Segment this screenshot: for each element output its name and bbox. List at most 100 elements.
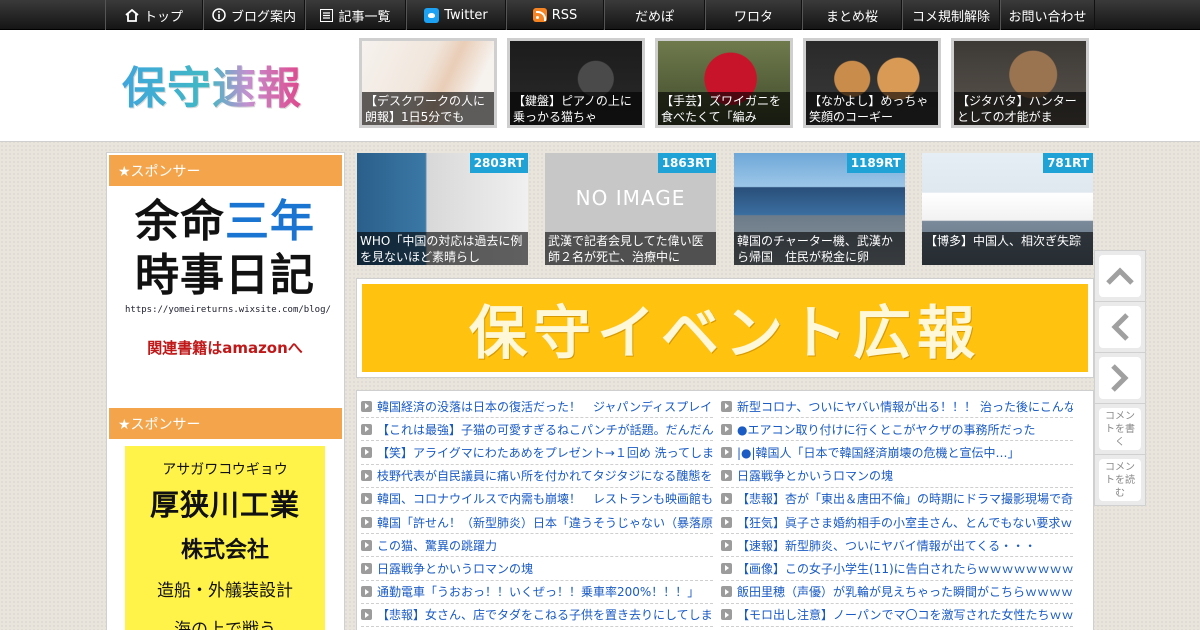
ranking-caption: WHO「中国の対応は過去に例を見ないほど素晴らし	[357, 232, 528, 265]
logo-graphic	[122, 53, 322, 115]
article-link[interactable]: 【笑】アライグマにわたあめをプレゼント→１回め 洗ってしま	[361, 441, 713, 465]
article-link[interactable]: 【悲報】杏が「東出＆唐田不倫」の時期にドラマ撮影現場で奇	[721, 488, 1073, 511]
nav-item-guide[interactable]: ブログ案内	[203, 0, 305, 30]
header-thumb[interactable]: 【なかよし】めっちゃ笑顔のコーギー	[803, 38, 941, 128]
sponsor-ad-yomei[interactable]: 余命三年 時事日記 https://yomeireturns.wixsite.c…	[125, 195, 331, 385]
arrow-right-icon	[721, 470, 732, 482]
scroll-top-button[interactable]	[1094, 250, 1146, 302]
article-link[interactable]: 枝野代表が自民議員に痛い所を付かれてタジタジになる醜態を	[361, 465, 713, 488]
top-nav: トップ ブログ案内 記事一覧 Twitter RSS だめぽ ワロタ まとめ桜 …	[0, 0, 1200, 30]
list-icon	[320, 8, 334, 22]
article-link[interactable]: 飯田里穂（声優）が乳輪が見えちゃった瞬間がこちらｗｗｗｗ	[721, 581, 1073, 604]
arrow-right-icon	[361, 446, 372, 458]
ad-title-line1: 余命三年	[135, 196, 315, 247]
arrow-right-icon	[361, 400, 372, 412]
twitter-icon	[424, 7, 440, 23]
ad-company-type: 株式会社	[180, 538, 269, 563]
ad-company-kana: アサガワコウギョウ	[162, 462, 288, 478]
chevron-up-icon	[1106, 267, 1134, 285]
article-link[interactable]: 【速報】新型肺炎、ついにヤバイ情報が出てくる・・・	[721, 534, 1073, 558]
arrow-right-icon	[721, 562, 732, 574]
arrow-right-icon	[721, 400, 732, 412]
article-link[interactable]: 通勤電車「うおおっ！！いくぜっ！！乗車率200%！！！」	[361, 581, 713, 604]
arrow-right-icon	[721, 516, 732, 528]
info-icon	[212, 8, 226, 22]
arrow-right-icon	[721, 609, 732, 621]
article-link[interactable]: 【これは最強】子猫の可愛すぎるねこパンチが話題。だんだん	[361, 418, 713, 442]
arrow-right-icon	[361, 586, 372, 598]
sponsor-heading: ★スポンサー	[109, 408, 342, 439]
ad-company-tagline: 海の上で戦う	[174, 620, 276, 630]
nav-item-rss[interactable]: RSS	[506, 0, 604, 30]
nav-item-matome[interactable]: まとめ桜	[802, 0, 902, 30]
arrow-right-icon	[721, 446, 732, 458]
nav-item-top[interactable]: トップ	[105, 0, 203, 30]
rt-count-badge: 1189RT	[846, 153, 905, 173]
sponsor-ad-asagawa[interactable]: アサガワコウギョウ 厚狭川工業 株式会社 造船・外艤装設計 海の上で戦う	[125, 446, 325, 630]
header-thumb[interactable]: 【鍵盤】ピアノの上に乗っかる猫ちゃ	[507, 38, 645, 128]
write-comment-button[interactable]: コメントを書く	[1094, 403, 1146, 455]
article-link[interactable]: ●エアコン取り付けに行くとこがヤクザの事務所だった	[721, 418, 1073, 442]
ranking-item[interactable]: 1189RT 韓国のチャーター機、武漢から帰国 住民が税金に卵	[734, 153, 905, 265]
arrow-right-icon	[361, 539, 372, 551]
home-icon	[125, 8, 139, 22]
ad-company-name: 厚狭川工業	[149, 488, 300, 522]
arrow-right-icon	[361, 609, 372, 621]
ranking-item[interactable]: 2803RT WHO「中国の対応は過去に例を見ないほど素晴らし	[357, 153, 528, 265]
arrow-right-icon	[361, 493, 372, 505]
nav-item-articles[interactable]: 記事一覧	[305, 0, 406, 30]
chevron-left-icon	[1111, 313, 1129, 341]
thumb-caption: 【デスクワークの人に朗報】1日5分でも	[362, 92, 494, 125]
header-thumb[interactable]: 【手芸】ズワイガニを食べたくて「編み	[655, 38, 793, 128]
header-thumb[interactable]: 【ジタバタ】ハンターとしての才能がま	[951, 38, 1089, 128]
read-comments-button[interactable]: コメントを読む	[1094, 454, 1146, 506]
ranking-item[interactable]: 781RT 【博多】中国人、相次ぎ失踪	[922, 153, 1093, 265]
article-lists: 韓国経済の没落は日本の復活だった！ ジャパンディスプレイ 【これは最強】子猫の可…	[356, 390, 1094, 630]
ranking-item[interactable]: NO IMAGE 1863RT 武漢で記者会見してた偉い医師２名が死亡、治療中に	[545, 153, 716, 265]
nav-item-unblock[interactable]: コメ規制解除	[902, 0, 1000, 30]
nav-item-contact[interactable]: お問い合わせ	[1000, 0, 1095, 30]
article-link[interactable]: |●|韓国人「日本で韓国経済崩壊の危機と宣伝中…」	[721, 441, 1073, 465]
arrow-right-icon	[721, 586, 732, 598]
article-link[interactable]: 韓国経済の没落は日本の復活だった！ ジャパンディスプレイ	[361, 395, 713, 419]
article-list-right: 新型コロナ、ついにヤバい情報が出る！！！ 治った後にこんな ●エアコン取り付けに…	[721, 395, 1073, 627]
article-link[interactable]: 【狂気】眞子さま婚約相手の小室圭さん、とんでもない要求ｗ	[721, 511, 1073, 535]
article-link[interactable]: 韓国、コロナウイルスで内需も崩壊！ レストランも映画館も	[361, 488, 713, 511]
article-link[interactable]: 韓国「許せん！（新型肺炎）日本「違うそうじゃない（暴落原	[361, 511, 713, 535]
header-thumb[interactable]: 【デスクワークの人に朗報】1日5分でも	[359, 38, 497, 128]
nav-item-twitter[interactable]: Twitter	[406, 0, 506, 30]
thumb-caption: 【なかよし】めっちゃ笑顔のコーギー	[806, 92, 938, 125]
site-header: 保守速報 【デスクワークの人に朗報】1日5分でも 【鍵盤】ピアノの上に乗っかる猫…	[0, 30, 1200, 142]
next-article-button[interactable]	[1094, 352, 1146, 404]
nav-item-warota[interactable]: ワロタ	[705, 0, 802, 30]
event-banner[interactable]: 保守イベント広報	[356, 278, 1094, 378]
thumb-caption: 【手芸】ズワイガニを食べたくて「編み	[658, 92, 790, 125]
ad-title-line2: 時事日記	[135, 250, 315, 301]
arrow-right-icon	[361, 423, 372, 435]
rt-count-badge: 781RT	[1043, 153, 1093, 173]
nav-item-damepo[interactable]: だめぽ	[604, 0, 705, 30]
article-link[interactable]: 【モロ出し注意】ノーパンでマ〇コを激写された女性たちｗｗ	[721, 604, 1073, 627]
rss-icon	[532, 8, 547, 22]
write-comment-label: コメントを書く	[1105, 410, 1135, 448]
article-link[interactable]: 【悲報】女さん、店でタダをこねる子供を置き去りにしてしま	[361, 604, 713, 627]
event-banner-text: 保守イベント広報	[362, 284, 1088, 372]
ranking-caption: 【博多】中国人、相次ぎ失踪	[922, 232, 1093, 265]
ad-company-business: 造船・外艤装設計	[157, 581, 293, 601]
article-link[interactable]: 日露戦争とかいうロマンの塊	[361, 557, 713, 581]
site-logo[interactable]	[122, 54, 322, 114]
thumb-caption: 【ジタバタ】ハンターとしての才能がま	[954, 92, 1086, 125]
prev-article-button[interactable]	[1094, 301, 1146, 353]
ad-url: https://yomeireturns.wixsite.com/blog/	[125, 305, 331, 315]
no-image-text: NO IMAGE	[575, 186, 686, 210]
article-link[interactable]: 日露戦争とかいうロマンの塊	[721, 465, 1073, 488]
arrow-right-icon	[721, 539, 732, 551]
arrow-right-icon	[721, 423, 732, 435]
arrow-right-icon	[721, 493, 732, 505]
article-link[interactable]: 新型コロナ、ついにヤバい情報が出る！！！ 治った後にこんな	[721, 395, 1073, 419]
amazon-link[interactable]: 関連書籍はamazonへ	[125, 337, 325, 358]
rt-count-badge: 1863RT	[657, 153, 716, 173]
article-link[interactable]: この猫、驚異の跳躍力	[361, 534, 713, 558]
article-link[interactable]: 【画像】この女子小学生(11)に告白されたらｗｗｗｗｗｗｗｗ	[721, 557, 1073, 581]
chevron-right-icon	[1111, 364, 1129, 392]
